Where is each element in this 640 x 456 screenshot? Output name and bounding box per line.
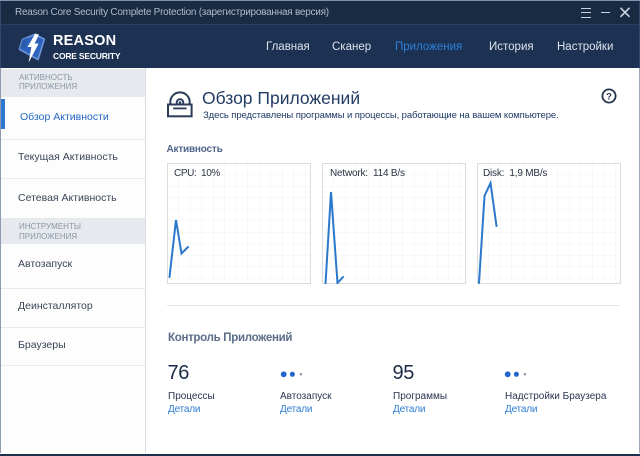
svg-text:?: ? <box>606 91 612 102</box>
